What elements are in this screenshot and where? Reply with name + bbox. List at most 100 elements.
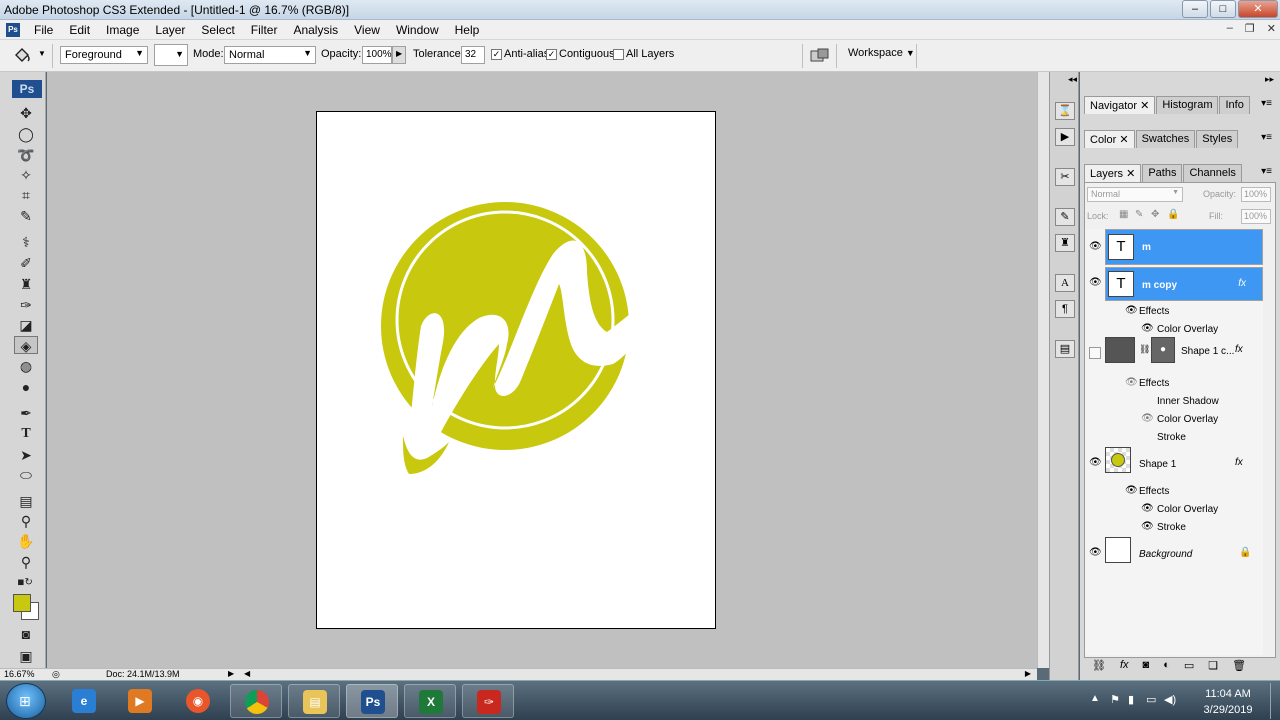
eye-icon[interactable]: 👁 bbox=[1125, 485, 1138, 496]
close-icon[interactable]: ✕ bbox=[1126, 168, 1135, 180]
menu-select[interactable]: Select bbox=[193, 20, 242, 40]
fill-input[interactable]: 100% bbox=[1241, 209, 1271, 224]
menu-help[interactable]: Help bbox=[447, 20, 488, 40]
healing-brush-tool-icon[interactable]: ⚕ bbox=[14, 233, 38, 251]
fx-icon[interactable]: fx bbox=[1238, 278, 1246, 289]
tab-layers[interactable]: Layers ✕ bbox=[1084, 164, 1142, 182]
tab-styles[interactable]: Styles bbox=[1196, 130, 1239, 148]
taskbar-app-ie[interactable]: e bbox=[58, 684, 110, 718]
path-selection-tool-icon[interactable]: ➤ bbox=[14, 446, 38, 464]
horizontal-scrollbar[interactable]: ◀ ▶ bbox=[240, 668, 1037, 680]
eye-icon[interactable]: 👁 bbox=[1089, 547, 1102, 558]
move-tool-icon[interactable]: ✥ bbox=[14, 104, 38, 122]
status-menu-arrow-icon[interactable]: ▶ bbox=[228, 669, 234, 678]
tab-histogram[interactable]: Histogram bbox=[1156, 96, 1219, 114]
opacity-input[interactable]: 100% bbox=[362, 46, 392, 64]
add-mask-icon[interactable]: ◙ bbox=[1143, 659, 1150, 671]
volume-icon[interactable]: ◀) bbox=[1164, 693, 1176, 706]
close-icon[interactable]: ✕ bbox=[1140, 100, 1149, 112]
eye-icon[interactable]: 👁 bbox=[1089, 277, 1102, 288]
quick-mask-icon[interactable]: ◙ bbox=[14, 625, 38, 643]
menu-view[interactable]: View bbox=[346, 20, 388, 40]
tab-color[interactable]: Color ✕ bbox=[1084, 130, 1135, 148]
eye-icon[interactable]: 👁 bbox=[1141, 413, 1154, 424]
network-icon[interactable]: ⚑ bbox=[1110, 693, 1120, 706]
shape-tool-icon[interactable]: ⬭ bbox=[14, 466, 38, 484]
layer-row-m-copy[interactable]: T m copy fx bbox=[1105, 267, 1263, 301]
menu-file[interactable]: File bbox=[26, 20, 61, 40]
lock-all-icon[interactable]: 🔒 bbox=[1167, 209, 1179, 220]
blur-tool-icon[interactable]: ◍ bbox=[14, 357, 38, 375]
clone-stamp-tool-icon[interactable]: ♜ bbox=[14, 275, 38, 293]
paint-bucket-tool-icon[interactable]: ◈ bbox=[14, 336, 38, 354]
effect-inner-shadow[interactable]: Inner Shadow bbox=[1157, 396, 1219, 407]
menu-layer[interactable]: Layer bbox=[147, 20, 193, 40]
fx-icon[interactable]: fx bbox=[1235, 457, 1243, 468]
app-icon[interactable]: Ps bbox=[6, 22, 20, 37]
actions-panel-icon[interactable]: ▶ bbox=[1055, 128, 1075, 146]
taskbar-app-chrome[interactable] bbox=[230, 684, 282, 718]
battery-icon[interactable]: ▭ bbox=[1146, 693, 1156, 706]
close-button[interactable]: ✕ bbox=[1238, 0, 1278, 18]
effect-color-overlay[interactable]: Color Overlay bbox=[1157, 324, 1218, 335]
layer-row-m[interactable]: T m bbox=[1105, 229, 1263, 265]
add-style-icon[interactable]: fx bbox=[1120, 659, 1129, 671]
notes-tool-icon[interactable]: ▤ bbox=[14, 492, 38, 510]
show-desktop-button[interactable] bbox=[1270, 683, 1280, 719]
layer-comps-icon[interactable]: ▤ bbox=[1055, 340, 1075, 358]
lasso-tool-icon[interactable]: ➰ bbox=[14, 146, 38, 164]
contiguous-checkbox[interactable]: ✓ bbox=[546, 49, 557, 60]
taskbar-app-explorer[interactable]: ▤ bbox=[288, 684, 340, 718]
panel-menu-icon[interactable]: ▾≡ bbox=[1261, 132, 1272, 143]
tab-paths[interactable]: Paths bbox=[1142, 164, 1183, 182]
doc-minimize-button[interactable]: – bbox=[1227, 22, 1233, 35]
effect-color-overlay[interactable]: Color Overlay bbox=[1157, 504, 1218, 515]
status-icon[interactable]: ◎ bbox=[52, 669, 60, 680]
eye-icon[interactable]: 👁 bbox=[1125, 377, 1138, 388]
fx-icon[interactable]: fx bbox=[1235, 344, 1243, 355]
delete-layer-icon[interactable]: 🗑 bbox=[1232, 659, 1246, 672]
tab-info[interactable]: Info bbox=[1219, 96, 1250, 114]
document-canvas[interactable] bbox=[316, 111, 716, 629]
type-tool-icon[interactable]: T bbox=[14, 425, 38, 443]
pattern-picker[interactable]: ▼ bbox=[154, 44, 188, 66]
photoshop-logo[interactable]: Ps bbox=[12, 80, 42, 98]
dodge-tool-icon[interactable]: ● bbox=[14, 378, 38, 396]
maximize-button[interactable]: □ bbox=[1210, 0, 1236, 18]
lock-transparency-icon[interactable]: ▦ bbox=[1119, 209, 1128, 220]
start-button[interactable]: ⊞ bbox=[6, 683, 46, 719]
panel-menu-icon[interactable]: ▾≡ bbox=[1261, 98, 1272, 109]
taskbar-app-excel[interactable]: X bbox=[404, 684, 456, 718]
opacity-slider-arrow-icon[interactable]: ▶ bbox=[392, 46, 406, 64]
new-layer-icon[interactable]: ❏ bbox=[1208, 659, 1218, 672]
clock-time[interactable]: 11:04 AM bbox=[1188, 688, 1268, 700]
effect-color-overlay[interactable]: Color Overlay bbox=[1157, 414, 1218, 425]
antialias-checkbox[interactable]: ✓ bbox=[491, 49, 502, 60]
paragraph-panel-icon[interactable]: ¶ bbox=[1055, 300, 1075, 318]
lock-position-icon[interactable]: ✥ bbox=[1151, 209, 1159, 220]
taskbar-app-firefox[interactable]: ◉ bbox=[172, 684, 224, 718]
link-layers-icon[interactable]: ⛓ bbox=[1092, 659, 1106, 672]
brush-tool-icon[interactable]: ✐ bbox=[14, 254, 38, 272]
eye-icon[interactable]: 👁 bbox=[1141, 521, 1154, 532]
collapse-right-icon[interactable]: ▸▸ bbox=[1265, 74, 1274, 85]
show-hidden-icons[interactable]: ▲ bbox=[1090, 693, 1100, 704]
eye-icon[interactable]: 👁 bbox=[1141, 503, 1154, 514]
brushes-panel-icon[interactable]: ✎ bbox=[1055, 208, 1075, 226]
all-layers-checkbox[interactable] bbox=[613, 49, 624, 60]
adjustment-layer-icon[interactable]: ◐ bbox=[1163, 659, 1170, 671]
marquee-tool-icon[interactable]: ◯ bbox=[14, 125, 38, 143]
close-icon[interactable]: ✕ bbox=[1119, 134, 1128, 146]
panel-menu-icon[interactable]: ▾≡ bbox=[1261, 166, 1272, 177]
taskbar-app-photoshop[interactable]: Ps bbox=[346, 684, 398, 718]
vertical-scrollbar[interactable] bbox=[1037, 72, 1049, 668]
signal-icon[interactable]: ▮ bbox=[1128, 693, 1134, 706]
history-brush-tool-icon[interactable]: ✑ bbox=[14, 296, 38, 314]
clone-source-icon[interactable]: ♜ bbox=[1055, 234, 1075, 252]
eye-icon[interactable]: 👁 bbox=[1089, 457, 1102, 468]
tab-swatches[interactable]: Swatches bbox=[1135, 130, 1196, 148]
paint-bucket-icon[interactable] bbox=[12, 46, 32, 66]
menu-edit[interactable]: Edit bbox=[61, 20, 98, 40]
menu-filter[interactable]: Filter bbox=[243, 20, 286, 40]
effect-stroke[interactable]: Stroke bbox=[1157, 432, 1186, 443]
